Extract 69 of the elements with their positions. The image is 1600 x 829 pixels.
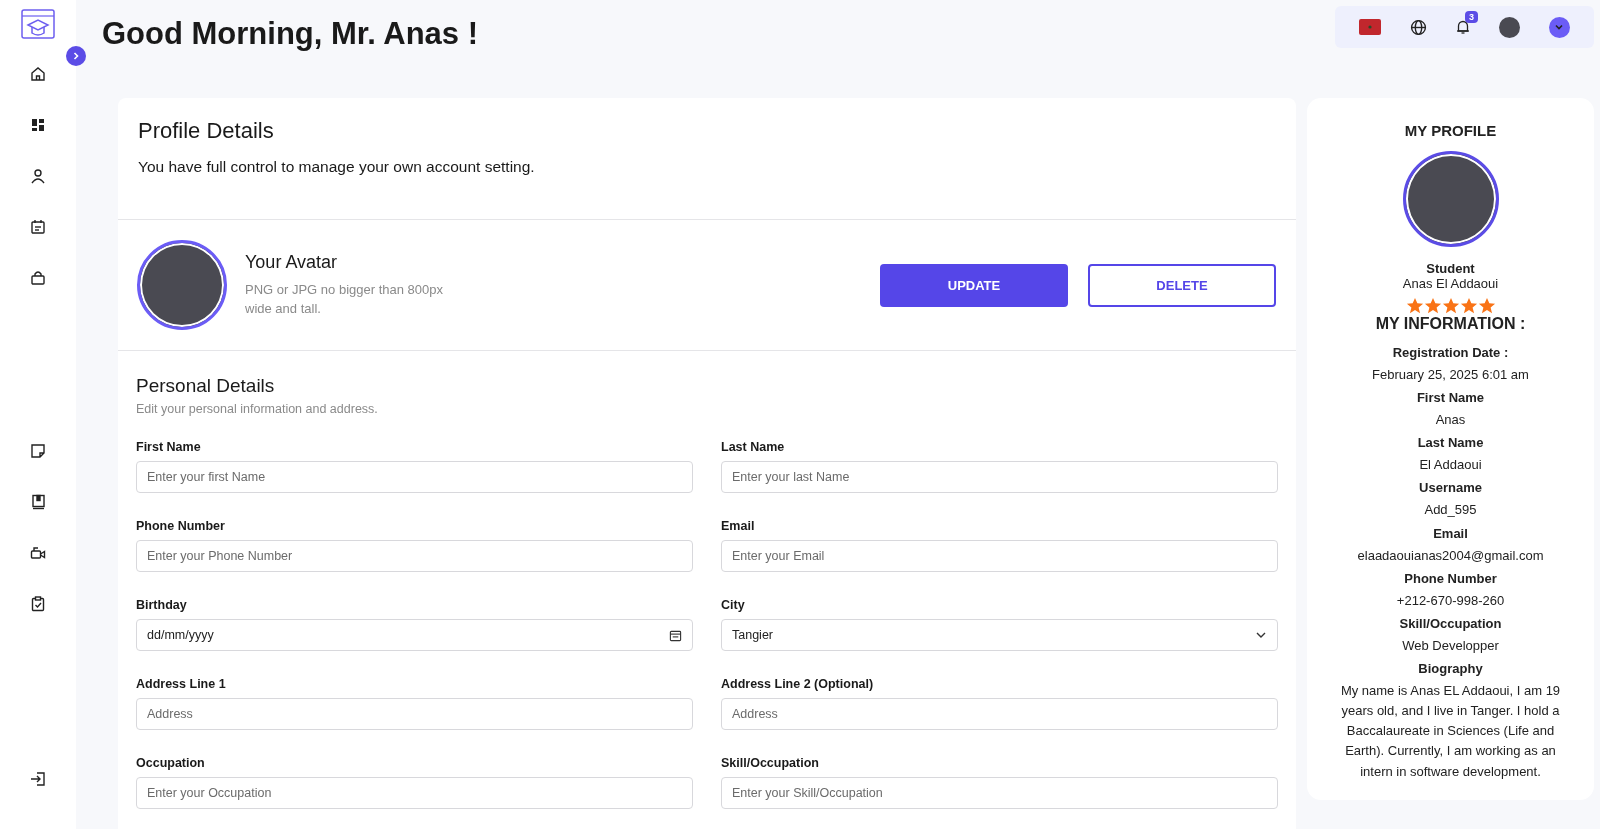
note-icon[interactable]: [30, 443, 46, 459]
field-label: Address Line 2 (Optional): [721, 677, 875, 693]
field-label: City: [721, 598, 746, 614]
dashboard-icon[interactable]: [30, 117, 46, 133]
book-icon[interactable]: [30, 494, 46, 510]
date-field[interactable]: dd/mm/yyyy: [136, 619, 693, 651]
input-field[interactable]: Enter your Skill/Occupation: [721, 777, 1278, 809]
input-field[interactable]: Address: [136, 698, 693, 730]
chevron-down-icon: [1554, 22, 1565, 32]
flag-icon[interactable]: [1359, 19, 1382, 35]
info-value: elaadaouianas2004@gmail.com: [1357, 546, 1544, 565]
logout-icon[interactable]: [30, 771, 46, 787]
info-label: Last Name: [1417, 435, 1484, 451]
home-icon[interactable]: [30, 66, 46, 82]
info-value: February 25, 2025 6:01 am: [1372, 366, 1529, 384]
user-icon[interactable]: [30, 168, 46, 184]
account-menu-button[interactable]: [1548, 16, 1570, 38]
video-camera-icon[interactable]: [30, 545, 46, 561]
field-label: Occupation: [136, 756, 206, 772]
profile-details-subtitle: You have full control to manage your own account setting.: [138, 158, 536, 176]
profile-name: Anas El Addaoui: [1402, 276, 1499, 291]
input-field[interactable]: Address: [721, 698, 1278, 730]
user-avatar-photo-placeholder[interactable]: [1499, 16, 1521, 38]
info-label: Skill/Occupation: [1399, 615, 1502, 631]
info-value: Add_595: [1424, 501, 1477, 520]
info-label: Email: [1433, 525, 1468, 541]
field-label: Phone Number: [136, 519, 226, 535]
field-label: Email: [721, 519, 756, 535]
info-label: Registration Date :: [1392, 345, 1509, 360]
personal-details-subtitle: Edit your personal information and address.: [136, 402, 379, 416]
calendar-icon[interactable]: [30, 219, 46, 235]
chevron-right-icon: [71, 51, 81, 61]
shopping-bag-icon[interactable]: [30, 270, 46, 286]
field-label: Address Line 1: [136, 677, 227, 693]
clipboard-check-icon[interactable]: [30, 596, 46, 612]
city-select[interactable]: Tangier: [721, 619, 1278, 651]
input-field[interactable]: Enter your Phone Number: [136, 540, 693, 572]
delete-button[interactable]: DELETE: [1088, 263, 1276, 307]
my-profile-title: MY PROFILE: [1404, 122, 1497, 139]
info-value: +212-670-998-260: [1396, 591, 1505, 610]
profile-role: Student: [1426, 261, 1475, 276]
info-value: El Addaoui: [1419, 456, 1482, 475]
info-value: Web Developper: [1402, 636, 1499, 655]
input-field[interactable]: Enter your last Name: [721, 461, 1278, 493]
profile-details-title: Profile Details: [138, 118, 275, 144]
info-label: First Name: [1416, 390, 1485, 406]
notification-count-badge: 3: [1464, 11, 1478, 23]
info-label: Biography: [1418, 661, 1483, 676]
input-field[interactable]: Enter your Occupation: [136, 777, 693, 809]
avatar-hint: PNG or JPG no bigger than 800px wide and tall.: [245, 281, 444, 318]
input-field[interactable]: Enter your first Name: [136, 461, 693, 493]
info-label: Username: [1419, 480, 1482, 496]
field-label: Birthday: [136, 598, 188, 614]
info-value: Anas: [1435, 411, 1466, 430]
globe-icon[interactable]: [1409, 18, 1427, 36]
field-label: Last Name: [721, 440, 786, 456]
bell-icon[interactable]: [1454, 19, 1471, 35]
expand-sidebar-button[interactable]: [66, 46, 86, 66]
calendar-icon[interactable]: [669, 628, 682, 642]
avatar-title: Your Avatar: [245, 252, 339, 274]
personal-details-title: Personal Details: [136, 375, 276, 397]
field-label: First Name: [136, 440, 202, 456]
greeting-title: Good Morning, Mr. Anas !: [102, 16, 478, 52]
field-label: Skill/Occupation: [721, 756, 820, 772]
my-information-title: MY INFORMATION :: [1375, 315, 1526, 333]
input-field[interactable]: Enter your Email: [721, 540, 1278, 572]
info-label: Phone Number: [1404, 570, 1497, 586]
info-value: My name is Anas EL Addaoui, I am 19 years old, and I live in Tanger. I hold a Baccalaureate in Sciences (Life and Earth). Currently, I am working as an intern in software development.: [1339, 682, 1562, 781]
update-button[interactable]: UPDATE: [880, 263, 1068, 307]
